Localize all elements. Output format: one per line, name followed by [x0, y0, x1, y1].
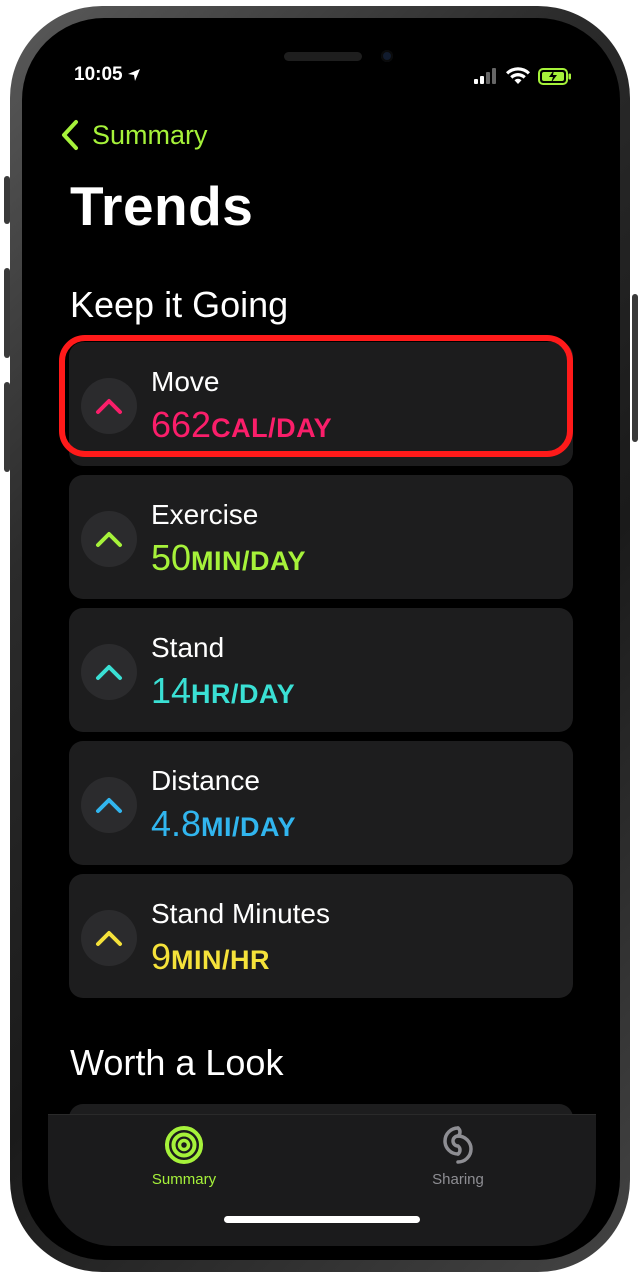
- home-indicator[interactable]: [224, 1216, 420, 1223]
- trend-value: 50 MIN/DAY: [151, 537, 306, 579]
- trends-list: Move 662 CAL/DAY Exercise 50 MIN/DAY Sta…: [59, 335, 573, 1007]
- chevron-left-icon: [62, 120, 78, 150]
- phone-screen: 10:05 Summary Trends Keep it Going Move …: [48, 34, 596, 1246]
- trend-number: 662: [151, 404, 212, 445]
- section-title-keep-going: Keep it Going: [70, 284, 289, 325]
- trend-number: 14: [151, 670, 192, 711]
- volume-down-button: [4, 382, 10, 472]
- status-time: 10:05: [74, 64, 141, 86]
- back-button-label: Summary: [92, 119, 208, 150]
- trend-value: 662 CAL/DAY: [151, 404, 332, 446]
- trend-card-move[interactable]: Move 662 CAL/DAY: [59, 335, 573, 466]
- chevron-up-icon: [96, 532, 122, 547]
- silent-switch: [4, 176, 10, 224]
- trend-arrow-badge: [81, 910, 137, 966]
- section-title-worth-look: Worth a Look: [70, 1042, 284, 1083]
- trend-unit: MIN/HR: [171, 945, 271, 975]
- trend-name: Exercise: [151, 499, 259, 530]
- trend-arrow-badge: [81, 777, 137, 833]
- tab-summary-label: Summary: [151, 1171, 217, 1188]
- trend-value: 14 HR/DAY: [151, 670, 295, 712]
- trend-name: Stand Minutes: [151, 898, 330, 929]
- trend-name: Distance: [151, 765, 260, 796]
- chevron-up-icon: [96, 798, 122, 813]
- trend-number: 4.8: [151, 803, 202, 844]
- trend-arrow-badge: [81, 511, 137, 567]
- trend-name: Stand: [151, 632, 225, 663]
- trend-value: 9 MIN/HR: [151, 936, 270, 978]
- trend-unit: MI/DAY: [201, 812, 297, 842]
- tab-summary[interactable]: Summary: [114, 1125, 254, 1188]
- wifi-icon: [506, 67, 530, 84]
- trend-card-stand-minutes[interactable]: Stand Minutes 9 MIN/HR: [69, 874, 573, 998]
- status-time-text: 10:05: [74, 64, 123, 85]
- trend-number: 50: [151, 537, 192, 578]
- tab-sharing-label: Sharing: [432, 1171, 484, 1188]
- trend-arrow-badge: [81, 378, 137, 434]
- earpiece-speaker: [284, 52, 362, 61]
- trend-card-exercise[interactable]: Exercise 50 MIN/DAY: [69, 475, 573, 599]
- chevron-up-icon: [96, 931, 122, 946]
- trend-card-stand[interactable]: Stand 14 HR/DAY: [69, 608, 573, 732]
- front-camera: [381, 50, 393, 62]
- trend-unit: MIN/DAY: [191, 546, 307, 576]
- back-button[interactable]: Summary: [58, 118, 208, 152]
- trend-unit: CAL/DAY: [211, 413, 333, 443]
- trend-arrow-badge: [81, 644, 137, 700]
- sharing-icon: [443, 1126, 473, 1164]
- trend-number: 9: [151, 936, 172, 977]
- activity-rings-icon: [165, 1126, 203, 1164]
- battery-charging-icon: [538, 67, 571, 85]
- tab-bar: Summary Sharing: [48, 1114, 596, 1246]
- location-arrow-icon: [127, 69, 140, 81]
- trend-card-distance[interactable]: Distance 4.8 MI/DAY: [69, 741, 573, 865]
- trend-unit: HR/DAY: [191, 679, 296, 709]
- status-indicators: [474, 67, 572, 85]
- power-button: [632, 294, 638, 442]
- chevron-up-icon: [96, 665, 122, 680]
- chevron-up-icon: [96, 399, 122, 414]
- trend-name: Move: [151, 366, 220, 397]
- volume-up-button: [4, 268, 10, 358]
- cellular-signal-icon: [474, 68, 496, 84]
- trend-value: 4.8 MI/DAY: [151, 803, 296, 845]
- tab-sharing[interactable]: Sharing: [388, 1125, 528, 1188]
- page-title: Trends: [70, 175, 254, 237]
